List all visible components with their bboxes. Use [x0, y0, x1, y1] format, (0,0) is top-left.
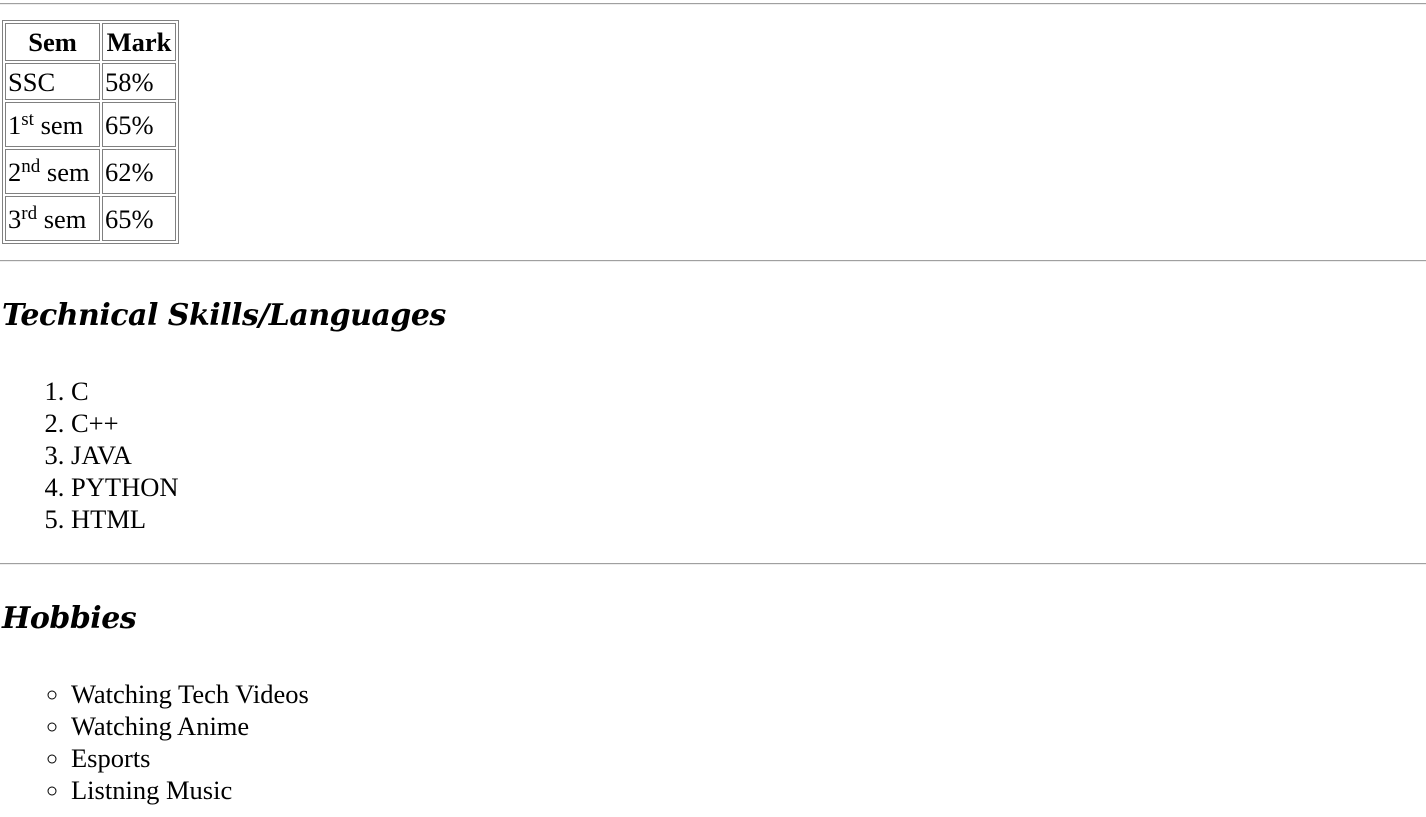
sem-cell: SSC: [5, 63, 100, 100]
mark-cell: 62%: [102, 149, 176, 194]
column-header-sem: Sem: [5, 23, 100, 61]
sem-word: sem: [37, 203, 87, 234]
list-item: Watching Anime: [71, 710, 309, 742]
mark-cell: 65%: [102, 196, 176, 241]
list-item: Listning Music: [71, 774, 309, 806]
sem-word: sem: [40, 156, 90, 187]
sem-number: 3: [8, 203, 22, 234]
list-item: JAVA: [71, 439, 178, 471]
mark-cell: 65%: [102, 102, 176, 147]
divider-middle: [0, 260, 1426, 262]
sem-word: sem: [33, 109, 84, 140]
table-header-row: Sem Mark: [5, 23, 176, 61]
hobbies-list: Watching Tech Videos Watching Anime Espo…: [0, 678, 309, 806]
sem-number: 1: [8, 109, 22, 140]
sem-cell: 1st sem: [5, 102, 100, 147]
list-item: HTML: [71, 503, 178, 535]
divider-top: [0, 3, 1426, 5]
page: Sem Mark SSC 58% 1st sem 65% 2nd sem 62%…: [0, 0, 1426, 817]
sem-ordinal-suffix: st: [21, 108, 34, 130]
marks-table: Sem Mark SSC 58% 1st sem 65% 2nd sem 62%…: [2, 20, 179, 244]
list-item: PYTHON: [71, 471, 178, 503]
list-item: C++: [71, 407, 178, 439]
table-row: 3rd sem 65%: [5, 196, 176, 241]
sem-number: 2: [8, 156, 22, 187]
skills-list: C C++ JAVA PYTHON HTML: [0, 375, 178, 535]
sem-cell: 3rd sem: [5, 196, 100, 241]
sem-ordinal-suffix: rd: [21, 202, 38, 224]
sem-ordinal-suffix: nd: [21, 155, 41, 177]
list-item: Esports: [71, 742, 309, 774]
table-row: 1st sem 65%: [5, 102, 176, 147]
table-row: 2nd sem 62%: [5, 149, 176, 194]
hobbies-heading: Hobbies: [2, 601, 137, 636]
list-item: Watching Tech Videos: [71, 678, 309, 710]
sem-cell: 2nd sem: [5, 149, 100, 194]
sem-label: SSC: [8, 66, 56, 97]
table-row: SSC 58%: [5, 63, 176, 100]
list-item: C: [71, 375, 178, 407]
divider-bottom: [0, 563, 1426, 565]
skills-heading: Technical Skills/Languages: [2, 298, 446, 333]
column-header-mark: Mark: [102, 23, 176, 61]
mark-cell: 58%: [102, 63, 176, 100]
